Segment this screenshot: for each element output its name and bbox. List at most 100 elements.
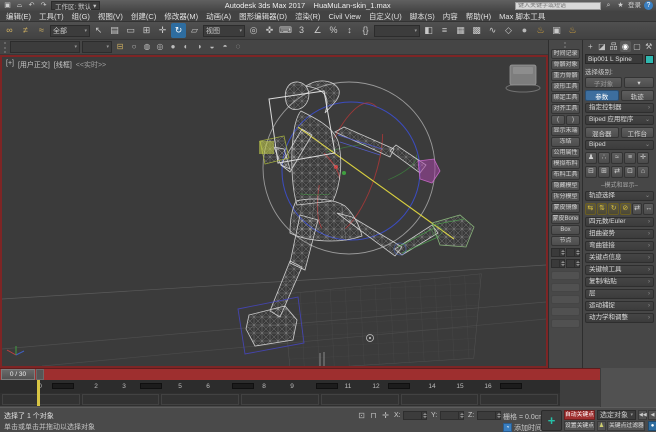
tool-button[interactable]: 波形工具 (551, 82, 580, 92)
keyframe-marker[interactable] (232, 383, 254, 389)
toolbar-grip[interactable] (564, 42, 568, 48)
tool-button[interactable]: 拆分模型 (551, 192, 580, 202)
rollout-collapsed[interactable]: 复制/粘贴› (585, 277, 654, 287)
selection-lock-icon[interactable]: ⊓ (368, 410, 379, 421)
in-place-mode-icon[interactable]: ⌂ (637, 166, 649, 178)
save-file-icon[interactable]: ⊟ (585, 166, 597, 178)
symmetrical-icon[interactable]: ⇄ (632, 203, 643, 215)
sign-in-button[interactable]: 登录 (628, 1, 641, 10)
key-mode-toggle-icon[interactable]: ● (648, 421, 656, 431)
tab-modify[interactable]: ◪ (597, 41, 608, 52)
sub-dropdown[interactable]: ▾ (82, 41, 112, 53)
time-slider-step-button[interactable] (36, 369, 44, 380)
tool-button[interactable]: 蒙皮Bone (551, 214, 580, 224)
percent-snap-icon[interactable]: % (326, 23, 341, 38)
mixer-button[interactable]: 混合器 (585, 127, 619, 138)
spinner[interactable] (421, 412, 426, 419)
time-slider-track[interactable]: 0 / 30 (0, 368, 600, 380)
edit-named-selection-sets-icon[interactable]: {} (358, 23, 373, 38)
keyframe-marker[interactable] (500, 383, 522, 389)
rollout-collapsed[interactable]: 扭曲姿势› (585, 229, 654, 239)
tool-button[interactable]: 公用属性 (551, 148, 580, 158)
named-selection-sets-dropdown[interactable]: ▾ (374, 25, 420, 37)
spinner[interactable] (559, 249, 564, 256)
menu-item[interactable]: 图形编辑器(D) (235, 11, 291, 22)
rollout-track-selection[interactable]: 轨迹选择⌄ (585, 191, 654, 201)
tool-button[interactable]: 时间记录 (551, 49, 580, 59)
tab-hierarchy[interactable]: 品 (608, 41, 619, 52)
sub-object-button[interactable]: 子对象 (585, 77, 622, 88)
select-and-move-icon[interactable]: ✛ (155, 23, 170, 38)
lock-icon[interactable]: ⊟ (114, 41, 126, 53)
menu-item[interactable]: 组(G) (68, 11, 94, 22)
menu-item[interactable]: Civil View (324, 11, 364, 22)
lock-com-keying-icon[interactable]: ⊘ (620, 203, 631, 215)
body-vertical-icon[interactable]: ⇅ (597, 203, 608, 215)
tab-motion[interactable]: ◉ (620, 41, 631, 52)
menu-item[interactable]: Max 脚本工具 (495, 11, 549, 22)
tool-value-field[interactable] (551, 259, 565, 268)
circular-tool-icon-2[interactable]: ◍ (141, 41, 153, 53)
selection-region-icon[interactable]: ▭ (123, 23, 138, 38)
set-key-button[interactable]: 设置关键点 (564, 421, 595, 431)
mixer-mode-icon[interactable]: ≡ (624, 152, 636, 164)
rollout-biped-apps[interactable]: Biped 应用程序⌄ (585, 115, 654, 125)
tool-button[interactable]: 蒙皮镜像 (551, 203, 580, 213)
use-pivot-center-icon[interactable]: ◎ (246, 23, 261, 38)
search-input[interactable] (515, 2, 601, 10)
figure-mode-icon[interactable]: ♟ (585, 152, 597, 164)
search-icon[interactable]: ⌕ (604, 1, 613, 10)
select-and-manipulate-icon[interactable]: ✜ (262, 23, 277, 38)
tab-utilities[interactable]: ⚒ (643, 41, 654, 52)
move-all-mode-icon[interactable]: ✛ (637, 152, 649, 164)
rollout-collapsed[interactable]: 关键点信息› (585, 253, 654, 263)
y-coordinate-field[interactable] (440, 411, 464, 420)
menu-item[interactable]: 脚本(S) (406, 11, 439, 22)
tool-value-field[interactable] (566, 248, 580, 257)
body-rotation-icon[interactable]: ↻ (608, 203, 619, 215)
circular-tool-icon-8[interactable]: ◓ (219, 41, 231, 53)
circular-tool-icon-1[interactable]: ○ (128, 41, 140, 53)
key-selection-filter-dropdown[interactable]: 选定对象▾ (597, 410, 636, 420)
tool-value-field[interactable] (566, 259, 580, 268)
rollout-collapsed[interactable]: 关键帧工具› (585, 265, 654, 275)
spinner[interactable] (458, 412, 463, 419)
time-tag-icon[interactable]: ◔ (503, 423, 512, 432)
render-setup-icon[interactable]: ♨ (533, 23, 548, 38)
track-strip[interactable] (0, 393, 560, 406)
menu-item[interactable]: 内容 (439, 11, 462, 22)
rollout-collapsed[interactable]: 运动捕捉› (585, 301, 654, 311)
menu-item[interactable]: 视图(V) (94, 11, 127, 22)
selection-filter-dropdown[interactable]: 全部▾ (50, 25, 90, 37)
keyframe-marker[interactable] (316, 383, 338, 389)
tool-button[interactable]: 模拟布料 (551, 159, 580, 169)
select-object-icon[interactable]: ↖ (91, 23, 106, 38)
reference-coordinate-dropdown[interactable]: 视图▾ (203, 25, 245, 37)
select-and-scale-icon[interactable]: ▱ (187, 23, 202, 38)
tool-button[interactable]: 布料工具 (551, 170, 580, 180)
opposite-icon[interactable]: ↔ (643, 203, 654, 215)
curve-editor-icon[interactable]: ∿ (485, 23, 500, 38)
schematic-view-icon[interactable]: ◇ (501, 23, 516, 38)
select-by-name-icon[interactable]: ▤ (107, 23, 122, 38)
redo-icon[interactable]: ↷ (39, 1, 48, 10)
render-production-icon[interactable]: ♨ (565, 23, 580, 38)
menu-item[interactable]: 工具(T) (35, 11, 68, 22)
rollout-biped[interactable]: Biped⌄ (585, 140, 654, 150)
menu-item[interactable]: 帮助(H) (462, 11, 495, 22)
rollout-collapsed[interactable]: 弯曲链接› (585, 241, 654, 251)
spinner-snap-icon[interactable]: ↕ (342, 23, 357, 38)
load-file-icon[interactable]: ⊞ (598, 166, 610, 178)
spinner[interactable] (559, 260, 564, 267)
align-icon[interactable]: ≡ (437, 23, 452, 38)
circular-tool-icon-4[interactable]: ● (167, 41, 179, 53)
trajectories-button[interactable]: 轨迹 (621, 90, 655, 101)
keyboard-override-icon[interactable]: ⌨ (278, 23, 293, 38)
menu-item[interactable]: 动画(A) (202, 11, 235, 22)
viewport[interactable]: [+] [用户正交] [线框] <<实时>> (0, 55, 548, 368)
star-icon[interactable]: ★ (616, 1, 625, 10)
paren-right-button[interactable]: ) (566, 115, 580, 125)
convert-icon[interactable]: ⇄ (611, 166, 623, 178)
viewport-menu-plus[interactable]: [+] (6, 60, 14, 70)
footstep-mode-icon[interactable]: ∴ (598, 152, 610, 164)
